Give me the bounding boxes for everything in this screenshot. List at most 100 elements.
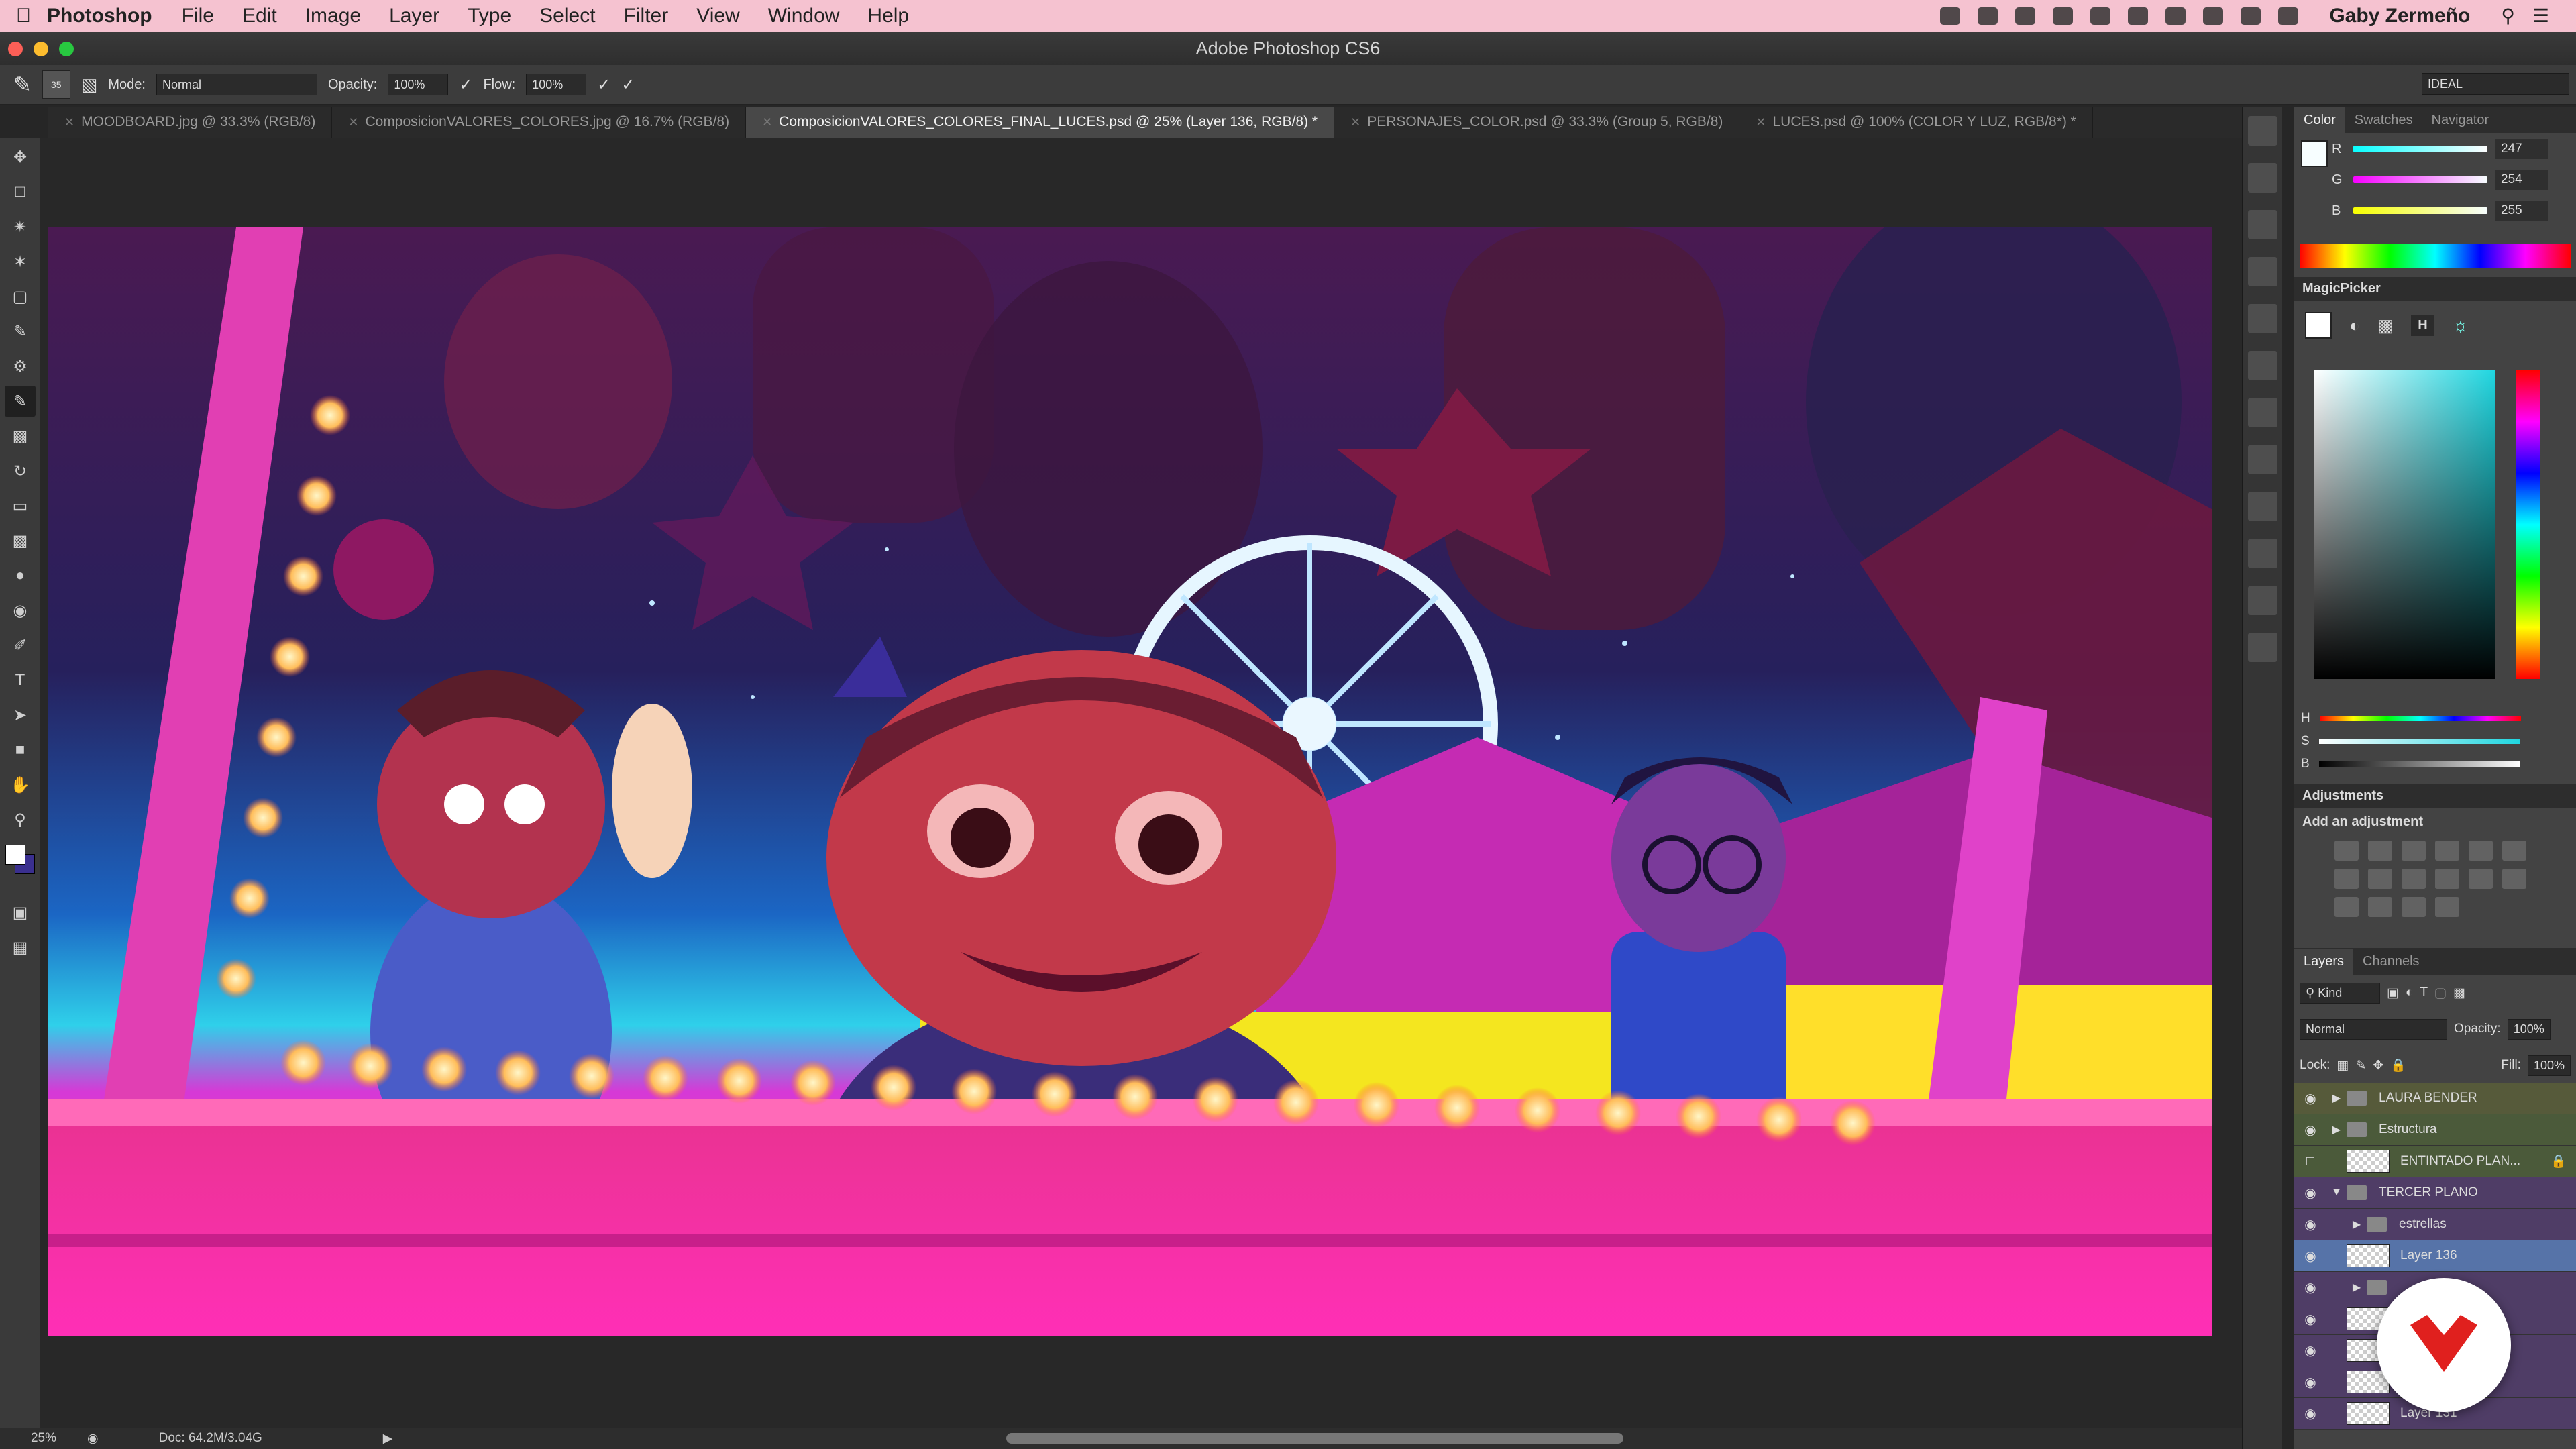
quick-mask-icon[interactable]: ▣	[5, 897, 36, 928]
time-machine-icon[interactable]	[2090, 7, 2111, 25]
lasso-tool-icon[interactable]: ✴	[5, 211, 36, 242]
tab-channels[interactable]: Channels	[2353, 949, 2429, 975]
zoom-tool-icon[interactable]: ⚲	[5, 804, 36, 835]
brush-preset-picker[interactable]: 35	[42, 70, 70, 99]
magicpicker-square-icon[interactable]: ▩	[2377, 315, 2394, 336]
visibility-eye-icon[interactable]: ◉	[2294, 1114, 2326, 1145]
collapse-arrow-icon[interactable]: ▼	[2326, 1187, 2347, 1199]
kuler-panel-icon[interactable]	[2248, 445, 2277, 474]
gradient-tool-icon[interactable]: ▩	[5, 525, 36, 556]
visibility-eye-icon[interactable]: ◉	[2294, 1209, 2326, 1240]
menu-help[interactable]: Help	[867, 5, 909, 28]
horizontal-scrollbar[interactable]	[1006, 1433, 1623, 1444]
layer-row[interactable]: ◉ ▼ TERCER PLANO	[2294, 1177, 2576, 1209]
expand-arrow-icon[interactable]: ▶	[2347, 1218, 2367, 1231]
threshold-icon[interactable]	[2368, 897, 2392, 917]
menu-filter[interactable]: Filter	[624, 5, 669, 28]
user-name[interactable]: Gaby Zermeño	[2329, 5, 2470, 28]
brush-panel-toggle-icon[interactable]: ▧	[81, 74, 98, 95]
hue-strip[interactable]	[2516, 370, 2540, 679]
eject-icon[interactable]	[2165, 7, 2186, 25]
dodge-tool-icon[interactable]: ◉	[5, 595, 36, 626]
tab-color[interactable]: Color	[2294, 107, 2345, 133]
brush-panel-icon[interactable]	[2248, 398, 2277, 427]
eyedropper-tool-icon[interactable]: ✎	[5, 316, 36, 347]
filter-smart-object-icon[interactable]: ▩	[2453, 985, 2465, 1001]
foreground-color-swatch[interactable]	[5, 845, 25, 865]
volume-icon[interactable]	[2128, 7, 2149, 25]
close-tab-icon[interactable]: ✕	[64, 115, 74, 129]
tab-swatches[interactable]: Swatches	[2345, 107, 2422, 133]
status-icon-2[interactable]	[1978, 7, 1998, 25]
visibility-eye-icon[interactable]: ◉	[2294, 1303, 2326, 1334]
filter-pixel-icon[interactable]: ▣	[2387, 985, 2399, 1001]
brightness-contrast-icon[interactable]	[2334, 841, 2359, 861]
airbrush-icon[interactable]: ✓	[597, 75, 610, 95]
b-slider[interactable]	[2318, 761, 2520, 767]
menu-window[interactable]: Window	[768, 5, 840, 28]
lock-image-icon[interactable]: ✎	[2355, 1058, 2366, 1073]
brush-tool-icon[interactable]: ✎	[5, 386, 36, 417]
visibility-eye-icon[interactable]: ◉	[2294, 1272, 2326, 1303]
tab-composicion-valores[interactable]: ✕ ComposicionVALORES_COLORES.jpg @ 16.7% …	[332, 107, 747, 138]
layer-row[interactable]: ◉ ▶ LAURA BENDER	[2294, 1083, 2576, 1114]
menu-view[interactable]: View	[696, 5, 739, 28]
pressure-size-icon[interactable]: ✓	[621, 75, 635, 95]
layer-row[interactable]: □ ENTINTADO PLAN... 🔒	[2294, 1146, 2576, 1177]
expand-arrow-icon[interactable]: ▶	[2347, 1281, 2367, 1294]
blend-mode-dropdown[interactable]: Normal	[2300, 1018, 2447, 1040]
channel-mixer-icon[interactable]	[2435, 869, 2459, 889]
menu-edit[interactable]: Edit	[242, 5, 277, 28]
actions-panel-icon[interactable]	[2248, 163, 2277, 193]
black-white-icon[interactable]	[2368, 869, 2392, 889]
filter-type-icon[interactable]: T	[2420, 985, 2428, 1000]
menu-type[interactable]: Type	[468, 5, 511, 28]
blur-tool-icon[interactable]: ●	[5, 560, 36, 591]
tab-layers[interactable]: Layers	[2294, 949, 2354, 975]
saturation-brightness-field[interactable]	[2314, 370, 2496, 679]
lock-transparent-icon[interactable]: ▦	[2337, 1058, 2349, 1073]
character-panel-icon[interactable]	[2248, 539, 2277, 568]
posterize-icon[interactable]	[2334, 897, 2359, 917]
status-info-icon[interactable]: ◉	[87, 1431, 99, 1446]
paths-panel-icon[interactable]	[2248, 492, 2277, 521]
tab-composicion-final-luces[interactable]: ✕ ComposicionVALORES_COLORES_FINAL_LUCES.…	[746, 107, 1335, 138]
menu-image[interactable]: Image	[305, 5, 361, 28]
color-lookup-icon[interactable]	[2469, 869, 2493, 889]
selective-color-icon[interactable]	[2435, 897, 2459, 917]
spotlight-search-icon[interactable]: ⚲	[2501, 5, 2515, 27]
magicpicker-settings-icon[interactable]: ☼	[2452, 315, 2469, 336]
visibility-eye-icon[interactable]: □	[2294, 1146, 2326, 1177]
layer-row[interactable]: ◉ ▶ estrellas	[2294, 1209, 2576, 1240]
tab-moodboard[interactable]: ✕ MOODBOARD.jpg @ 33.3% (RGB/8)	[48, 107, 333, 138]
h-slider[interactable]	[2319, 716, 2521, 721]
tool-presets-panel-icon[interactable]	[2248, 351, 2277, 380]
clone-source-panel-icon[interactable]	[2248, 304, 2277, 333]
lock-all-icon[interactable]: 🔒	[2390, 1057, 2406, 1073]
mode-dropdown[interactable]: Normal	[156, 74, 317, 95]
status-icon-4[interactable]	[2053, 7, 2074, 25]
color-swatches[interactable]	[0, 839, 40, 893]
close-tab-icon[interactable]: ✕	[762, 115, 772, 129]
minimize-window-button[interactable]	[34, 42, 48, 56]
visibility-eye-icon[interactable]: ◉	[2294, 1335, 2326, 1366]
zoom-level[interactable]: 25%	[0, 1431, 87, 1446]
g-value[interactable]: 254	[2496, 170, 2548, 190]
clone-stamp-tool-icon[interactable]: ▩	[5, 421, 36, 451]
visibility-eye-icon[interactable]: ◉	[2294, 1366, 2326, 1397]
status-icon-1[interactable]	[1940, 7, 1961, 25]
canvas-area[interactable]	[40, 138, 2242, 1432]
layer-kind-filter[interactable]: ⚲ Kind	[2300, 982, 2380, 1004]
close-window-button[interactable]	[8, 42, 23, 56]
brush-tool-icon[interactable]: ✎	[13, 72, 32, 97]
visibility-eye-icon[interactable]: ◉	[2294, 1083, 2326, 1114]
curves-icon[interactable]	[2402, 841, 2426, 861]
marquee-tool-icon[interactable]: □	[5, 176, 36, 207]
type-tool-icon[interactable]: T	[5, 665, 36, 696]
history-panel-icon[interactable]	[2248, 116, 2277, 146]
opacity-field[interactable]: 100%	[388, 74, 449, 95]
menu-select[interactable]: Select	[539, 5, 595, 28]
levels-icon[interactable]	[2368, 841, 2392, 861]
move-tool-icon[interactable]: ✥	[5, 142, 36, 172]
filter-shape-icon[interactable]: ▢	[2434, 985, 2447, 1001]
